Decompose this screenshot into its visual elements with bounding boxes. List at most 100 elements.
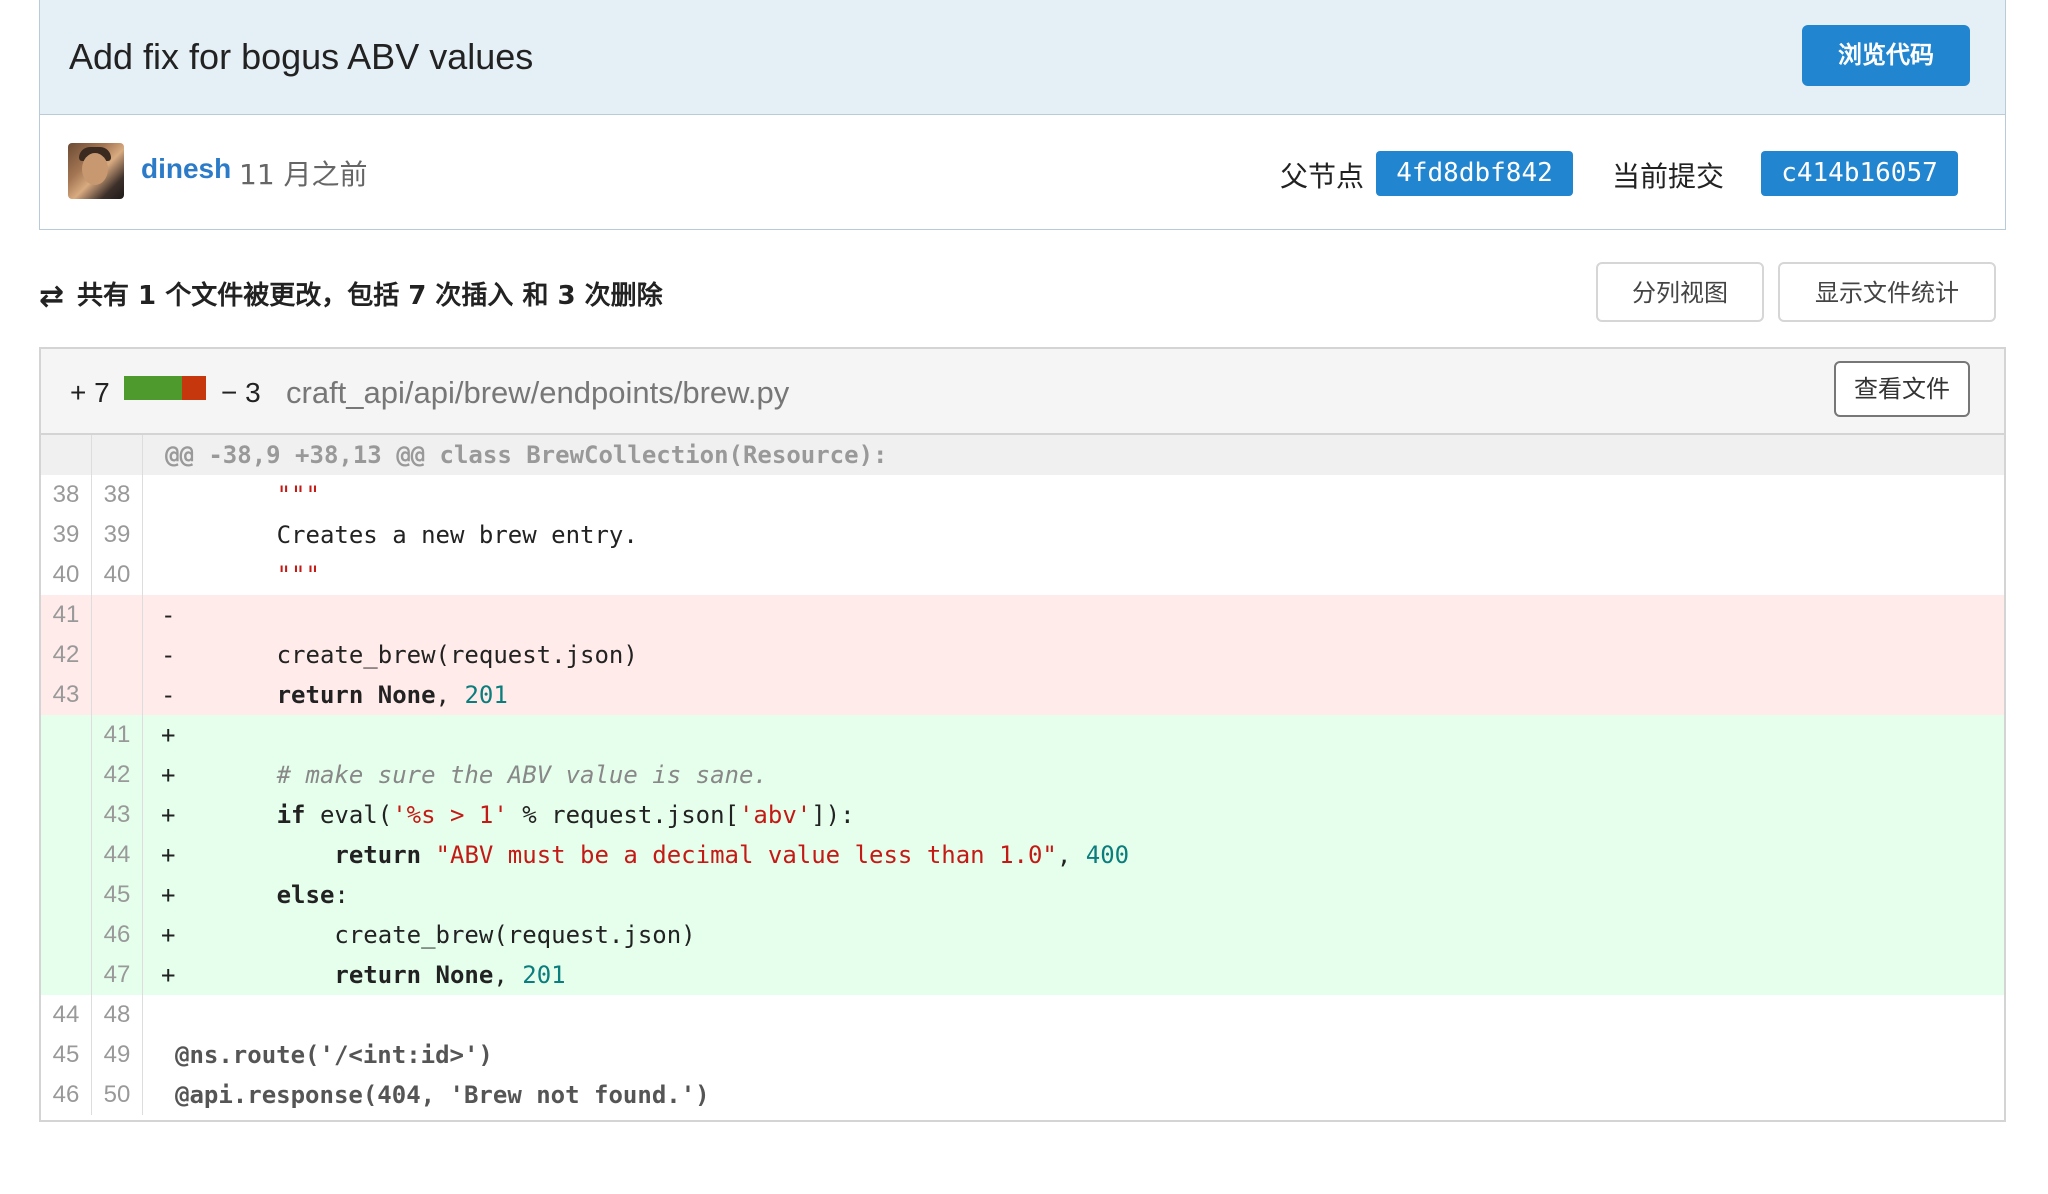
parent-label: 父节点 bbox=[1280, 160, 1365, 193]
new-line-number[interactable]: 43 bbox=[92, 795, 143, 835]
new-line-number[interactable]: 49 bbox=[92, 1035, 143, 1075]
code-token: 201 bbox=[464, 681, 508, 709]
new-line-number[interactable]: 44 bbox=[92, 835, 143, 875]
code-line: + if eval('%s > 1' % request.json['abv']… bbox=[161, 795, 855, 835]
code-line: - return None, 201 bbox=[161, 675, 508, 715]
new-line-number[interactable]: 41 bbox=[92, 715, 143, 755]
old-line-number[interactable] bbox=[41, 955, 92, 995]
author-link[interactable]: dinesh bbox=[141, 153, 231, 185]
old-line-number[interactable] bbox=[41, 715, 92, 755]
old-line-number[interactable]: 41 bbox=[41, 595, 92, 635]
new-line-number[interactable]: 46 bbox=[92, 915, 143, 955]
new-line-number[interactable]: 45 bbox=[92, 875, 143, 915]
code-token: - create_brew(request.json) bbox=[161, 641, 638, 669]
code-line: - bbox=[161, 595, 175, 635]
show-file-stats-button[interactable]: 显示文件统计 bbox=[1778, 262, 1996, 322]
browse-code-button[interactable]: 浏览代码 bbox=[1802, 25, 1970, 86]
old-line-number[interactable]: 38 bbox=[41, 475, 92, 515]
code-token: @ns.route('/<int:id>') bbox=[175, 1041, 493, 1069]
old-line-number[interactable]: 42 bbox=[41, 635, 92, 675]
diff-body: @@ -38,9 +38,13 @@ class BrewCollection(… bbox=[41, 435, 2004, 1115]
additions-count: + 7 bbox=[70, 377, 110, 408]
code-line: + # make sure the ABV value is sane. bbox=[161, 755, 768, 795]
code-line: """ bbox=[161, 475, 320, 515]
old-line-number[interactable]: 43 bbox=[41, 675, 92, 715]
commit-meta: dinesh 11 月之前 父节点 4fd8dbf842 当前提交 c414b1… bbox=[39, 115, 2006, 230]
old-line-number[interactable] bbox=[41, 915, 92, 955]
old-line-number[interactable] bbox=[41, 755, 92, 795]
code-token: return None bbox=[334, 961, 494, 989]
new-line-number[interactable]: 39 bbox=[92, 515, 143, 555]
avatar[interactable] bbox=[68, 143, 124, 199]
code-line: Creates a new brew entry. bbox=[161, 515, 638, 555]
new-line-number[interactable]: 47 bbox=[92, 955, 143, 995]
code-token: + create_brew(request.json) bbox=[161, 921, 696, 949]
code-token: + bbox=[161, 761, 277, 789]
new-line-number[interactable] bbox=[92, 595, 143, 635]
new-line-number bbox=[92, 435, 143, 475]
old-line-number[interactable]: 40 bbox=[41, 555, 92, 595]
diff-line-add: 44 + return "ABV must be a decimal value … bbox=[41, 835, 2004, 875]
code-token: """ bbox=[276, 561, 320, 589]
code-token: @api.response(404, 'Brew not found.') bbox=[175, 1081, 710, 1109]
current-commit-label: 当前提交 bbox=[1612, 160, 1725, 193]
old-line-number[interactable]: 45 bbox=[41, 1035, 92, 1075]
code-line: """ bbox=[161, 555, 320, 595]
parent-sha-button[interactable]: 4fd8dbf842 bbox=[1376, 151, 1573, 196]
new-line-number[interactable] bbox=[92, 675, 143, 715]
old-line-number[interactable]: 46 bbox=[41, 1075, 92, 1115]
code-token: eval( bbox=[305, 801, 393, 829]
hunk-header: @@ -38,9 +38,13 @@ class BrewCollection(… bbox=[165, 441, 888, 469]
new-line-number[interactable]: 38 bbox=[92, 475, 143, 515]
old-line-number[interactable] bbox=[41, 875, 92, 915]
split-view-button[interactable]: 分列视图 bbox=[1596, 262, 1764, 322]
old-line-number[interactable] bbox=[41, 795, 92, 835]
code-token: , bbox=[1056, 841, 1086, 869]
diff-line-del: 42 - create_brew(request.json) bbox=[41, 635, 2004, 675]
commit-title: Add fix for bogus ABV values bbox=[69, 36, 534, 77]
code-line: - create_brew(request.json) bbox=[161, 635, 638, 675]
code-token: + bbox=[161, 961, 335, 989]
code-line: @api.response(404, 'Brew not found.') bbox=[175, 1075, 710, 1115]
diff-line-add: 46 + create_brew(request.json) bbox=[41, 915, 2004, 955]
diff-line-deco: 46 50 @api.response(404, 'Brew not found.'… bbox=[41, 1075, 2004, 1115]
diff-line-ctx: 38 38 """ bbox=[41, 475, 2004, 515]
new-line-number[interactable]: 42 bbox=[92, 755, 143, 795]
view-file-button[interactable]: 查看文件 bbox=[1834, 361, 1970, 417]
diff-line-add: 43 + if eval('%s > 1' % request.json['abv… bbox=[41, 795, 2004, 835]
old-line-number[interactable] bbox=[41, 835, 92, 875]
diff-line-deco: 45 49 @ns.route('/<int:id>') bbox=[41, 1035, 2004, 1075]
code-token: 400 bbox=[1085, 841, 1130, 869]
file-path: craft_api/api/brew/endpoints/brew.py bbox=[286, 375, 790, 410]
code-token: , bbox=[493, 961, 523, 989]
current-sha-button[interactable]: c414b16057 bbox=[1761, 151, 1958, 196]
code-token: else bbox=[276, 881, 335, 909]
code-token: 'abv' bbox=[738, 801, 812, 829]
code-line: + return None, 201 bbox=[161, 955, 566, 995]
diff-line-del: 43 - return None, 201 bbox=[41, 675, 2004, 715]
old-line-number[interactable]: 44 bbox=[41, 995, 92, 1035]
new-line-number[interactable]: 48 bbox=[92, 995, 143, 1035]
code-token: , bbox=[435, 681, 465, 709]
hunk-header-row: @@ -38,9 +38,13 @@ class BrewCollection(… bbox=[41, 435, 2004, 475]
diff-stats: ⇄ 共有 1 个文件被更改，包括 7 次插入 和 3 次删除 bbox=[39, 275, 663, 314]
file-header: + 7 − 3 craft_api/api/brew/endpoints/bre… bbox=[41, 349, 2004, 435]
new-line-number[interactable]: 50 bbox=[92, 1075, 143, 1115]
diff-line-add: 41 + bbox=[41, 715, 2004, 755]
code-token: Creates a new brew entry. bbox=[161, 521, 638, 549]
code-token: 201 bbox=[522, 961, 566, 989]
new-line-number[interactable]: 40 bbox=[92, 555, 143, 595]
new-line-number[interactable] bbox=[92, 635, 143, 675]
diff-line-ctx: 40 40 """ bbox=[41, 555, 2004, 595]
old-line-number[interactable]: 39 bbox=[41, 515, 92, 555]
code-line: @ns.route('/<int:id>') bbox=[175, 1035, 493, 1075]
deletions-bar bbox=[182, 376, 206, 400]
code-line: + create_brew(request.json) bbox=[161, 915, 696, 955]
diff-line-ctx: 39 39 Creates a new brew entry. bbox=[41, 515, 2004, 555]
code-token: "ABV must be a decimal value less than 1… bbox=[435, 841, 1057, 869]
code-token: : bbox=[334, 881, 349, 909]
diff-line-del: 41 - bbox=[41, 595, 2004, 635]
code-token: return None bbox=[276, 681, 436, 709]
